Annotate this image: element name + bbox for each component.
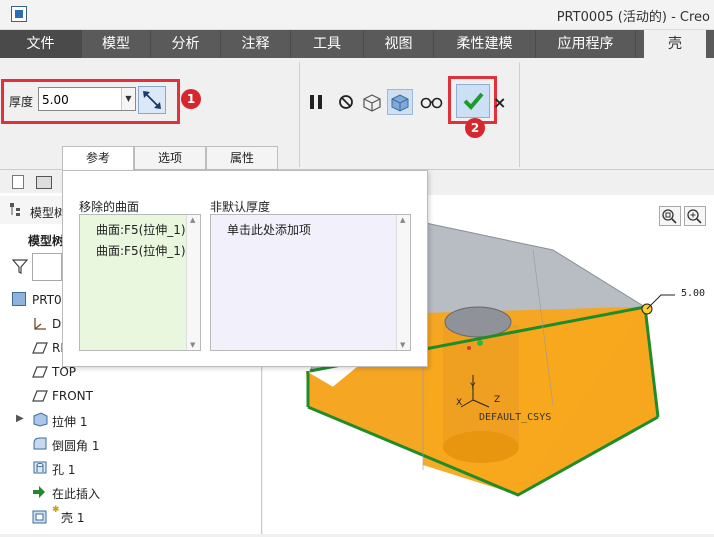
stop-icon[interactable] (336, 91, 358, 113)
subtab-properties[interactable]: 属性 (206, 146, 278, 170)
print-icon[interactable] (36, 176, 52, 189)
callout-badge-2: 2 (465, 118, 485, 138)
ribbon-divider (519, 62, 520, 167)
hole-top (444, 306, 512, 338)
nondefault-thickness-scrollbar[interactable] (396, 215, 410, 350)
filter-icon[interactable] (11, 258, 29, 274)
callout-badge-1: 1 (181, 89, 201, 109)
tree-item-label: FRONT (52, 389, 93, 403)
zoom-to-fit-icon[interactable] (659, 206, 681, 226)
tree-item-label: 孔 1 (52, 463, 76, 477)
removed-surfaces-label: 移除的曲面 (79, 200, 140, 214)
tree-item-label: 在此插入 (52, 487, 101, 501)
new-feature-star-icon: ✱ (52, 505, 60, 515)
extrude-icon (33, 412, 48, 427)
tree-item-label: 倒圆角 1 (52, 439, 100, 453)
tab-analysis[interactable]: 分析 (151, 30, 221, 58)
model-tree-icon (10, 203, 23, 216)
verify-glasses-icon[interactable] (420, 91, 444, 113)
tab-annotate[interactable]: 注释 (221, 30, 291, 58)
preview-solid-icon[interactable] (387, 89, 413, 115)
removed-surfaces-scrollbar[interactable] (186, 215, 200, 350)
ribbon-divider (299, 62, 300, 167)
tree-item-extrude[interactable]: ▶ 拉伸 1 (0, 408, 262, 432)
tree-item-hole[interactable]: 孔 1 (0, 456, 262, 480)
csys-icon (34, 318, 46, 330)
datum-plane-icon (32, 366, 48, 378)
tab-view[interactable]: 视图 (364, 30, 434, 58)
references-panel: 移除的曲面 曲面:F5(拉伸_1) 曲面:F5(拉伸_1) 非默认厚度 单击此处… (62, 170, 428, 367)
model-tree-title: 模型树 (28, 234, 65, 248)
app-icon[interactable] (11, 6, 27, 22)
tab-applications[interactable]: 应用程序 (536, 30, 636, 58)
thickness-dimension-label[interactable]: 5.00 (681, 288, 705, 299)
datum-plane-icon (32, 390, 48, 402)
selection-marker (477, 340, 483, 346)
callout-highlight (448, 76, 497, 124)
axis-y-label: Y (470, 382, 476, 392)
tree-item-round[interactable]: 倒圆角 1 (0, 432, 262, 456)
subtab-references[interactable]: 参考 (62, 146, 134, 170)
tree-item-front-plane[interactable]: FRONT (0, 384, 262, 408)
datum-plane-icon (32, 342, 48, 354)
tree-item-insert-here[interactable]: 在此插入 (0, 480, 262, 504)
tree-item-shell[interactable]: ✱ 壳 1 (0, 504, 262, 528)
callout-highlight (1, 79, 180, 124)
cylinder-base (443, 431, 519, 463)
subtab-options[interactable]: 选项 (134, 146, 206, 170)
tree-item-label: 拉伸 1 (52, 415, 88, 429)
csys-label: DEFAULT_CSYS (479, 412, 552, 423)
round-icon (33, 437, 47, 450)
tab-flexible-modeling[interactable]: 柔性建模 (434, 30, 536, 58)
insert-arrow-icon (33, 486, 45, 498)
pause-icon[interactable] (307, 91, 329, 113)
new-file-icon[interactable] (12, 175, 24, 189)
add-item-hint[interactable]: 单击此处添加项 (227, 221, 311, 238)
selection-marker (467, 346, 471, 350)
nondefault-thickness-label: 非默认厚度 (210, 200, 271, 214)
axis-z-label: Z (494, 395, 501, 405)
tab-file[interactable]: 文件 (0, 30, 82, 58)
tree-item-label: 壳 1 (61, 511, 85, 525)
tab-model[interactable]: 模型 (82, 30, 151, 58)
hole-icon (33, 461, 47, 474)
model-tree-tab[interactable]: 模型树 (30, 204, 66, 221)
zoom-in-icon[interactable] (684, 206, 706, 226)
part-icon (12, 292, 26, 306)
window-title: PRT0005 (活动的) - Creo (556, 10, 710, 25)
shell-icon (32, 510, 47, 524)
tree-item-label: TOP (52, 365, 77, 379)
expand-arrow-icon[interactable]: ▶ (16, 413, 24, 424)
tab-tools[interactable]: 工具 (291, 30, 364, 58)
tree-search-input[interactable] (32, 253, 62, 281)
tree-item-label: D (52, 317, 62, 331)
tab-shell[interactable]: 壳 (644, 30, 706, 58)
list-item[interactable]: 曲面:F5(拉伸_1) (96, 242, 186, 259)
removed-surfaces-list[interactable]: 曲面:F5(拉伸_1) 曲面:F5(拉伸_1) (79, 214, 201, 351)
list-item[interactable]: 曲面:F5(拉伸_1) (96, 221, 186, 238)
nondefault-thickness-list[interactable]: 单击此处添加项 (210, 214, 411, 351)
axis-x-label: X (456, 398, 463, 408)
preview-wireframe-icon[interactable] (361, 91, 383, 113)
close-icon[interactable]: × (493, 93, 506, 112)
